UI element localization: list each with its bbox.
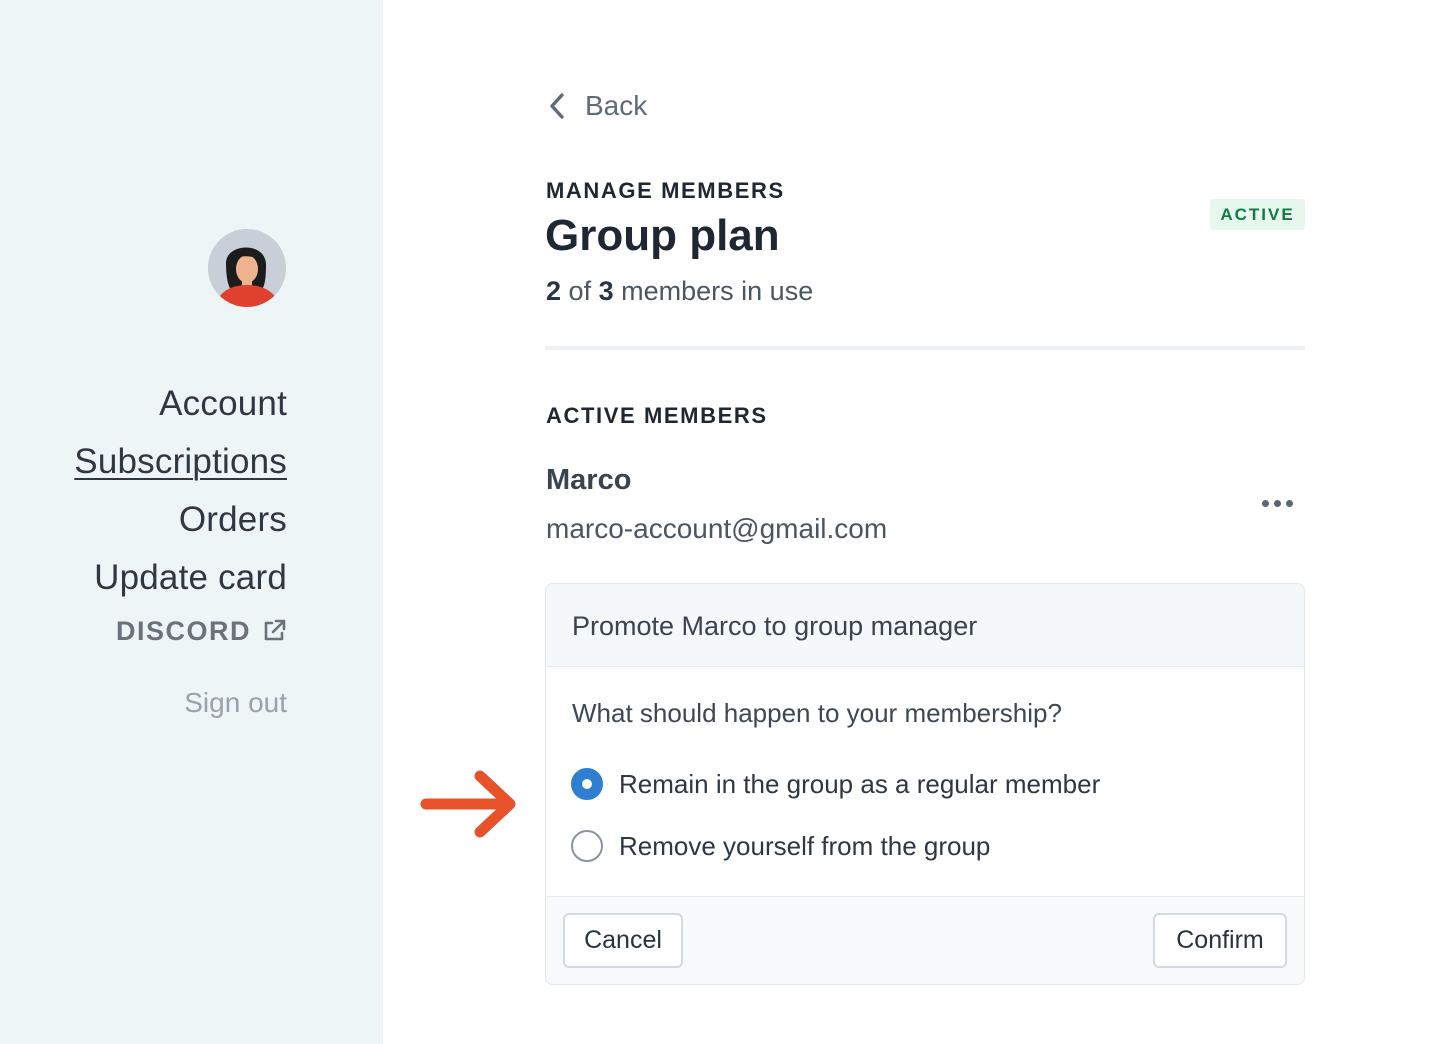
external-link-icon — [264, 619, 286, 641]
promote-card-heading: Promote Marco to group manager — [546, 584, 1304, 667]
avatar[interactable] — [208, 229, 286, 307]
section-title-active-members: ACTIVE MEMBERS — [546, 403, 768, 428]
sidebar: Account Subscriptions Orders Update card… — [0, 0, 383, 1044]
arrow-right-icon — [420, 770, 516, 838]
members-total-count: 3 — [598, 276, 614, 306]
more-horizontal-icon-dot — [1273, 499, 1281, 507]
option-remove-label: Remove yourself from the group — [619, 831, 991, 861]
members-used-count: 2 — [546, 276, 562, 306]
sidebar-item-subscriptions[interactable]: Subscriptions — [0, 433, 287, 491]
option-remove-self[interactable]: Remove yourself from the group — [571, 828, 990, 864]
sidebar-item-update-card[interactable]: Update card — [0, 549, 287, 607]
radio-remain-selected[interactable] — [571, 768, 603, 800]
status-badge: ACTIVE — [1210, 199, 1305, 230]
promote-member-card: Promote Marco to group manager What shou… — [545, 583, 1305, 985]
option-remain-in-group[interactable]: Remain in the group as a regular member — [571, 766, 1100, 802]
member-email: marco-account@gmail.com — [546, 513, 888, 544]
usage-of: of — [568, 276, 592, 306]
sidebar-item-account[interactable]: Account — [0, 375, 287, 433]
page-title: Group plan — [545, 211, 780, 260]
back-link[interactable]: Back — [547, 86, 647, 126]
membership-question: What should happen to your membership? — [572, 698, 1062, 728]
sidebar-item-orders[interactable]: Orders — [0, 491, 287, 549]
chevron-left-icon — [550, 93, 564, 119]
confirm-button[interactable]: Confirm — [1153, 913, 1287, 968]
divider — [545, 346, 1305, 350]
more-horizontal-icon-dot — [1261, 499, 1269, 507]
page-eyebrow: MANAGE MEMBERS — [546, 178, 785, 203]
avatar-illustration — [208, 229, 286, 307]
discord-label: DISCORD — [115, 616, 251, 646]
option-remain-label: Remain in the group as a regular member — [619, 769, 1101, 799]
back-label: Back — [585, 90, 648, 121]
sign-out-link[interactable]: Sign out — [184, 684, 287, 722]
usage-suffix: members in use — [621, 276, 814, 306]
discord-link[interactable]: DISCORD — [116, 612, 287, 650]
more-horizontal-icon-dot — [1285, 499, 1293, 507]
promote-card-footer: Cancel Confirm — [546, 896, 1304, 984]
radio-remove-unselected[interactable] — [571, 830, 603, 862]
more-options-button[interactable] — [1256, 491, 1298, 515]
sidebar-nav: Account Subscriptions Orders Update card — [0, 375, 287, 607]
member-name: Marco — [546, 464, 632, 496]
cancel-button[interactable]: Cancel — [563, 913, 683, 968]
members-usage: 2 of 3 members in use — [546, 272, 813, 310]
promote-card-body: What should happen to your membership? R… — [546, 667, 1304, 896]
